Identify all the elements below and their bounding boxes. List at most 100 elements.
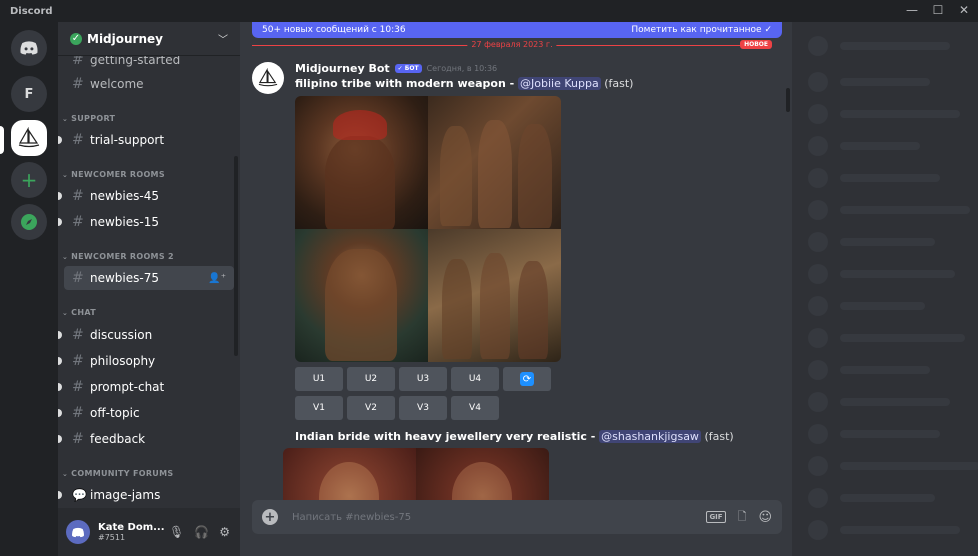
variation-1-button[interactable]: V1: [295, 396, 343, 420]
upscale-3-button[interactable]: U3: [399, 367, 447, 391]
new-badge: НОВОЕ: [740, 40, 772, 49]
sailboat-icon: [258, 68, 278, 87]
date-text: 27 февраля 2023 г.: [467, 40, 557, 49]
generated-image-4[interactable]: [428, 229, 561, 362]
variation-4-button[interactable]: V4: [451, 396, 499, 420]
channel-label: newbies-75: [90, 271, 159, 285]
upscale-buttons: U1 U2 U3 U4 ⟳: [295, 367, 551, 391]
user-mention[interactable]: @shashankjigsaw: [599, 430, 701, 443]
channel-philosophy[interactable]: # philosophy: [58, 349, 234, 373]
channel-label: newbies-15: [90, 215, 159, 229]
app-title: Discord: [10, 5, 53, 17]
date-separator: 27 февраля 2023 г. НОВОЕ: [252, 40, 772, 50]
chevron-down-icon: ⌄: [62, 309, 69, 317]
home-button[interactable]: [11, 30, 47, 66]
category-support[interactable]: ⌄ SUPPORT: [62, 114, 115, 123]
hash-icon: #: [72, 56, 84, 68]
message-input-bar: + Написать #newbies-75 GIF 🗋 ☺: [252, 500, 782, 534]
headphones-icon[interactable]: 🎧: [194, 525, 209, 539]
channel-welcome[interactable]: # welcome: [64, 72, 234, 96]
chat-area: 50+ новых сообщений с 10:36 Пометить как…: [240, 22, 792, 556]
chevron-down-icon: ⌄: [62, 115, 69, 123]
unread-indicator: [58, 357, 62, 365]
category-newcomer-rooms-2[interactable]: ⌄ NEWCOMER ROOMS 2: [62, 252, 174, 261]
add-server-button[interactable]: +: [11, 162, 47, 198]
reroll-button[interactable]: ⟳: [503, 367, 551, 391]
upload-button[interactable]: +: [262, 509, 278, 525]
generated-image-2[interactable]: [428, 96, 561, 229]
generated-image-1[interactable]: [295, 96, 428, 229]
unread-indicator: [58, 491, 62, 499]
channel-scrollbar[interactable]: [234, 156, 238, 356]
unread-indicator: [58, 136, 62, 144]
hash-icon: #: [72, 405, 84, 421]
avatar[interactable]: [66, 520, 90, 544]
maximize-button[interactable]: ☐: [932, 3, 944, 17]
member-placeholder: [808, 136, 920, 156]
member-placeholder: [808, 104, 960, 124]
server-name: Midjourney: [87, 31, 163, 46]
member-placeholder: [808, 168, 940, 188]
variation-2-button[interactable]: V2: [347, 396, 395, 420]
member-placeholder: [808, 232, 935, 252]
channel-newbies-75[interactable]: # newbies-75 👤⁺: [64, 266, 234, 290]
category-label: CHAT: [71, 308, 96, 317]
channel-off-topic[interactable]: # off-topic: [58, 401, 234, 425]
user-tag: #7511: [98, 533, 126, 542]
generated-image-3[interactable]: [295, 229, 428, 362]
channel-newbies-45[interactable]: # newbies-45: [58, 184, 234, 208]
plus-icon: +: [20, 168, 38, 192]
image-grid[interactable]: [295, 96, 561, 362]
gear-icon[interactable]: ⚙: [219, 525, 230, 539]
close-button[interactable]: ✕: [958, 3, 970, 17]
channel-trial-support[interactable]: # trial-support: [58, 128, 234, 152]
category-label: COMMUNITY FORUMS: [71, 469, 174, 478]
hash-icon: #: [72, 188, 84, 204]
upscale-1-button[interactable]: U1: [295, 367, 343, 391]
add-member-icon[interactable]: 👤⁺: [208, 273, 226, 284]
category-community-forums[interactable]: ⌄ COMMUNITY FORUMS: [62, 469, 173, 478]
channel-prompt-chat[interactable]: # prompt-chat: [58, 375, 234, 399]
explore-button[interactable]: [11, 204, 47, 240]
category-label: NEWCOMER ROOMS 2: [71, 252, 174, 261]
microphone-icon[interactable]: 🎙: [169, 525, 184, 539]
prompt-text: Indian bride with heavy jewellery very r…: [295, 430, 587, 443]
unread-indicator: [58, 435, 62, 443]
user-mention[interactable]: @Jobiie Kuppa: [518, 77, 601, 90]
channel-image-jams[interactable]: 💬 image-jams: [58, 483, 234, 507]
chat-scrollbar[interactable]: [786, 88, 790, 112]
variation-3-button[interactable]: V3: [399, 396, 447, 420]
chevron-down-icon: ⌄: [62, 470, 69, 478]
channel-newbies-15[interactable]: # newbies-15: [58, 210, 234, 234]
bot-avatar[interactable]: [252, 62, 284, 94]
bot-badge: ✓ БОТ: [394, 64, 422, 73]
server-header[interactable]: ✓ Midjourney ﹀: [58, 22, 240, 56]
compass-icon: [21, 214, 37, 230]
upscale-2-button[interactable]: U2: [347, 367, 395, 391]
channel-label: trial-support: [90, 133, 165, 147]
channel-label: welcome: [90, 77, 144, 91]
channel-discussion[interactable]: # discussion: [58, 323, 234, 347]
unread-indicator: [58, 409, 62, 417]
message-author[interactable]: Midjourney Bot: [295, 62, 390, 75]
mark-as-read-button[interactable]: Пометить как прочитанное ✓: [631, 25, 772, 35]
member-placeholder: [808, 296, 925, 316]
emoji-icon[interactable]: ☺: [758, 510, 772, 525]
channel-label: discussion: [90, 328, 153, 342]
mode-text: (fast): [604, 77, 634, 90]
server-midjourney[interactable]: [11, 120, 47, 156]
message-input[interactable]: Написать #newbies-75: [292, 512, 694, 523]
message2-prompt: Indian bride with heavy jewellery very r…: [295, 430, 734, 443]
sticker-icon[interactable]: 🗋: [738, 508, 747, 527]
channel-getting-started[interactable]: # getting-started: [64, 56, 234, 72]
member-placeholder: [808, 328, 965, 348]
upscale-4-button[interactable]: U4: [451, 367, 499, 391]
category-newcomer-rooms[interactable]: ⌄ NEWCOMER ROOMS: [62, 170, 165, 179]
channel-feedback[interactable]: # feedback: [58, 427, 234, 451]
new-messages-banner[interactable]: 50+ новых сообщений с 10:36 Пометить как…: [252, 22, 782, 38]
minimize-button[interactable]: —: [906, 3, 918, 17]
category-chat[interactable]: ⌄ CHAT: [62, 308, 96, 317]
gif-button[interactable]: GIF: [706, 511, 726, 523]
new-messages-text: 50+ новых сообщений с 10:36: [262, 25, 406, 35]
server-f[interactable]: F: [11, 76, 47, 112]
